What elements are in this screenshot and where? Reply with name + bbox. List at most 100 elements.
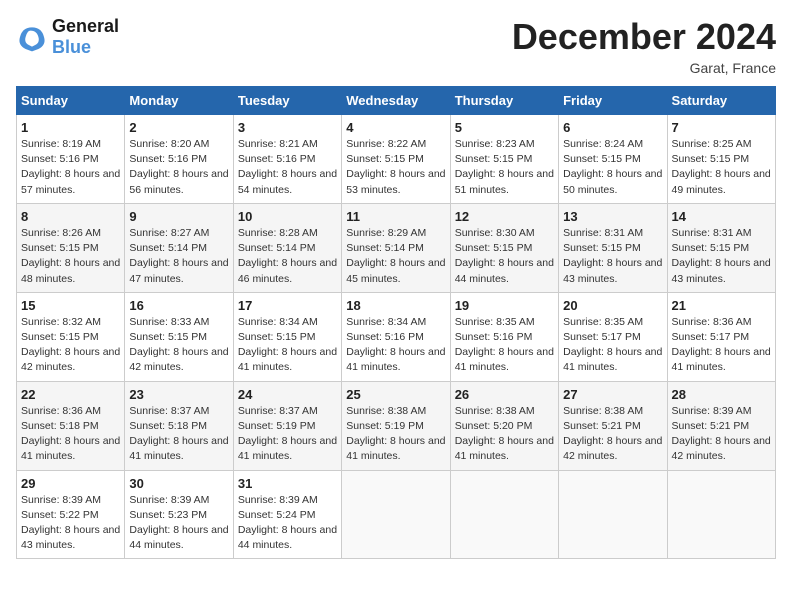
day-info: Sunrise: 8:20 AM Sunset: 5:16 PM Dayligh… bbox=[129, 137, 228, 198]
col-monday: Monday bbox=[125, 87, 233, 115]
calendar-cell: 12 Sunrise: 8:30 AM Sunset: 5:15 PM Dayl… bbox=[450, 203, 558, 292]
day-number: 2 bbox=[129, 120, 228, 135]
day-info: Sunrise: 8:27 AM Sunset: 5:14 PM Dayligh… bbox=[129, 226, 228, 287]
day-number: 29 bbox=[21, 476, 120, 491]
day-info: Sunrise: 8:30 AM Sunset: 5:15 PM Dayligh… bbox=[455, 226, 554, 287]
calendar-row: 8 Sunrise: 8:26 AM Sunset: 5:15 PM Dayli… bbox=[17, 203, 776, 292]
day-number: 12 bbox=[455, 209, 554, 224]
calendar-cell: 2 Sunrise: 8:20 AM Sunset: 5:16 PM Dayli… bbox=[125, 115, 233, 204]
calendar-row: 1 Sunrise: 8:19 AM Sunset: 5:16 PM Dayli… bbox=[17, 115, 776, 204]
day-number: 4 bbox=[346, 120, 445, 135]
day-info: Sunrise: 8:36 AM Sunset: 5:18 PM Dayligh… bbox=[21, 404, 120, 465]
logo: General Blue bbox=[16, 16, 119, 58]
col-thursday: Thursday bbox=[450, 87, 558, 115]
day-info: Sunrise: 8:24 AM Sunset: 5:15 PM Dayligh… bbox=[563, 137, 662, 198]
day-number: 14 bbox=[672, 209, 771, 224]
day-number: 17 bbox=[238, 298, 337, 313]
calendar-cell bbox=[450, 470, 558, 559]
day-number: 6 bbox=[563, 120, 662, 135]
logo-text: General Blue bbox=[52, 16, 119, 58]
day-number: 25 bbox=[346, 387, 445, 402]
day-info: Sunrise: 8:33 AM Sunset: 5:15 PM Dayligh… bbox=[129, 315, 228, 376]
day-number: 18 bbox=[346, 298, 445, 313]
calendar-row: 22 Sunrise: 8:36 AM Sunset: 5:18 PM Dayl… bbox=[17, 381, 776, 470]
day-number: 1 bbox=[21, 120, 120, 135]
day-info: Sunrise: 8:26 AM Sunset: 5:15 PM Dayligh… bbox=[21, 226, 120, 287]
day-number: 16 bbox=[129, 298, 228, 313]
calendar-cell: 1 Sunrise: 8:19 AM Sunset: 5:16 PM Dayli… bbox=[17, 115, 125, 204]
day-number: 8 bbox=[21, 209, 120, 224]
day-number: 3 bbox=[238, 120, 337, 135]
col-saturday: Saturday bbox=[667, 87, 775, 115]
calendar-cell: 24 Sunrise: 8:37 AM Sunset: 5:19 PM Dayl… bbox=[233, 381, 341, 470]
calendar-header: Sunday Monday Tuesday Wednesday Thursday… bbox=[17, 87, 776, 115]
calendar-cell: 9 Sunrise: 8:27 AM Sunset: 5:14 PM Dayli… bbox=[125, 203, 233, 292]
calendar-cell: 15 Sunrise: 8:32 AM Sunset: 5:15 PM Dayl… bbox=[17, 292, 125, 381]
calendar-cell: 19 Sunrise: 8:35 AM Sunset: 5:16 PM Dayl… bbox=[450, 292, 558, 381]
day-info: Sunrise: 8:25 AM Sunset: 5:15 PM Dayligh… bbox=[672, 137, 771, 198]
day-info: Sunrise: 8:35 AM Sunset: 5:17 PM Dayligh… bbox=[563, 315, 662, 376]
day-info: Sunrise: 8:38 AM Sunset: 5:19 PM Dayligh… bbox=[346, 404, 445, 465]
calendar-row: 29 Sunrise: 8:39 AM Sunset: 5:22 PM Dayl… bbox=[17, 470, 776, 559]
day-info: Sunrise: 8:39 AM Sunset: 5:22 PM Dayligh… bbox=[21, 493, 120, 554]
day-info: Sunrise: 8:31 AM Sunset: 5:15 PM Dayligh… bbox=[672, 226, 771, 287]
day-number: 13 bbox=[563, 209, 662, 224]
calendar-cell: 13 Sunrise: 8:31 AM Sunset: 5:15 PM Dayl… bbox=[559, 203, 667, 292]
day-info: Sunrise: 8:19 AM Sunset: 5:16 PM Dayligh… bbox=[21, 137, 120, 198]
day-info: Sunrise: 8:34 AM Sunset: 5:16 PM Dayligh… bbox=[346, 315, 445, 376]
day-number: 7 bbox=[672, 120, 771, 135]
calendar-cell: 8 Sunrise: 8:26 AM Sunset: 5:15 PM Dayli… bbox=[17, 203, 125, 292]
day-number: 30 bbox=[129, 476, 228, 491]
calendar-cell: 22 Sunrise: 8:36 AM Sunset: 5:18 PM Dayl… bbox=[17, 381, 125, 470]
title-block: December 2024 Garat, France bbox=[512, 16, 776, 76]
day-number: 21 bbox=[672, 298, 771, 313]
day-number: 5 bbox=[455, 120, 554, 135]
calendar-cell: 5 Sunrise: 8:23 AM Sunset: 5:15 PM Dayli… bbox=[450, 115, 558, 204]
calendar-cell: 6 Sunrise: 8:24 AM Sunset: 5:15 PM Dayli… bbox=[559, 115, 667, 204]
page-header: General Blue December 2024 Garat, France bbox=[16, 16, 776, 76]
day-info: Sunrise: 8:31 AM Sunset: 5:15 PM Dayligh… bbox=[563, 226, 662, 287]
day-info: Sunrise: 8:28 AM Sunset: 5:14 PM Dayligh… bbox=[238, 226, 337, 287]
day-info: Sunrise: 8:23 AM Sunset: 5:15 PM Dayligh… bbox=[455, 137, 554, 198]
calendar-cell: 26 Sunrise: 8:38 AM Sunset: 5:20 PM Dayl… bbox=[450, 381, 558, 470]
day-info: Sunrise: 8:37 AM Sunset: 5:19 PM Dayligh… bbox=[238, 404, 337, 465]
day-info: Sunrise: 8:36 AM Sunset: 5:17 PM Dayligh… bbox=[672, 315, 771, 376]
day-number: 23 bbox=[129, 387, 228, 402]
day-info: Sunrise: 8:38 AM Sunset: 5:21 PM Dayligh… bbox=[563, 404, 662, 465]
calendar-cell: 29 Sunrise: 8:39 AM Sunset: 5:22 PM Dayl… bbox=[17, 470, 125, 559]
calendar-cell: 30 Sunrise: 8:39 AM Sunset: 5:23 PM Dayl… bbox=[125, 470, 233, 559]
calendar-cell: 4 Sunrise: 8:22 AM Sunset: 5:15 PM Dayli… bbox=[342, 115, 450, 204]
calendar-body: 1 Sunrise: 8:19 AM Sunset: 5:16 PM Dayli… bbox=[17, 115, 776, 559]
day-number: 26 bbox=[455, 387, 554, 402]
day-info: Sunrise: 8:22 AM Sunset: 5:15 PM Dayligh… bbox=[346, 137, 445, 198]
day-number: 19 bbox=[455, 298, 554, 313]
day-info: Sunrise: 8:32 AM Sunset: 5:15 PM Dayligh… bbox=[21, 315, 120, 376]
calendar-cell: 16 Sunrise: 8:33 AM Sunset: 5:15 PM Dayl… bbox=[125, 292, 233, 381]
day-number: 31 bbox=[238, 476, 337, 491]
day-number: 22 bbox=[21, 387, 120, 402]
calendar-cell: 11 Sunrise: 8:29 AM Sunset: 5:14 PM Dayl… bbox=[342, 203, 450, 292]
day-number: 10 bbox=[238, 209, 337, 224]
day-info: Sunrise: 8:34 AM Sunset: 5:15 PM Dayligh… bbox=[238, 315, 337, 376]
day-number: 9 bbox=[129, 209, 228, 224]
calendar-cell: 18 Sunrise: 8:34 AM Sunset: 5:16 PM Dayl… bbox=[342, 292, 450, 381]
month-year-title: December 2024 bbox=[512, 16, 776, 58]
col-friday: Friday bbox=[559, 87, 667, 115]
day-number: 11 bbox=[346, 209, 445, 224]
calendar-cell: 20 Sunrise: 8:35 AM Sunset: 5:17 PM Dayl… bbox=[559, 292, 667, 381]
calendar-cell: 28 Sunrise: 8:39 AM Sunset: 5:21 PM Dayl… bbox=[667, 381, 775, 470]
col-wednesday: Wednesday bbox=[342, 87, 450, 115]
day-info: Sunrise: 8:39 AM Sunset: 5:21 PM Dayligh… bbox=[672, 404, 771, 465]
calendar-cell bbox=[342, 470, 450, 559]
calendar-cell bbox=[559, 470, 667, 559]
calendar-cell: 31 Sunrise: 8:39 AM Sunset: 5:24 PM Dayl… bbox=[233, 470, 341, 559]
calendar-cell: 27 Sunrise: 8:38 AM Sunset: 5:21 PM Dayl… bbox=[559, 381, 667, 470]
header-row: Sunday Monday Tuesday Wednesday Thursday… bbox=[17, 87, 776, 115]
logo-icon bbox=[16, 21, 48, 53]
calendar-cell: 3 Sunrise: 8:21 AM Sunset: 5:16 PM Dayli… bbox=[233, 115, 341, 204]
calendar-cell: 14 Sunrise: 8:31 AM Sunset: 5:15 PM Dayl… bbox=[667, 203, 775, 292]
calendar-cell: 17 Sunrise: 8:34 AM Sunset: 5:15 PM Dayl… bbox=[233, 292, 341, 381]
day-number: 28 bbox=[672, 387, 771, 402]
day-info: Sunrise: 8:35 AM Sunset: 5:16 PM Dayligh… bbox=[455, 315, 554, 376]
location-label: Garat, France bbox=[512, 60, 776, 76]
